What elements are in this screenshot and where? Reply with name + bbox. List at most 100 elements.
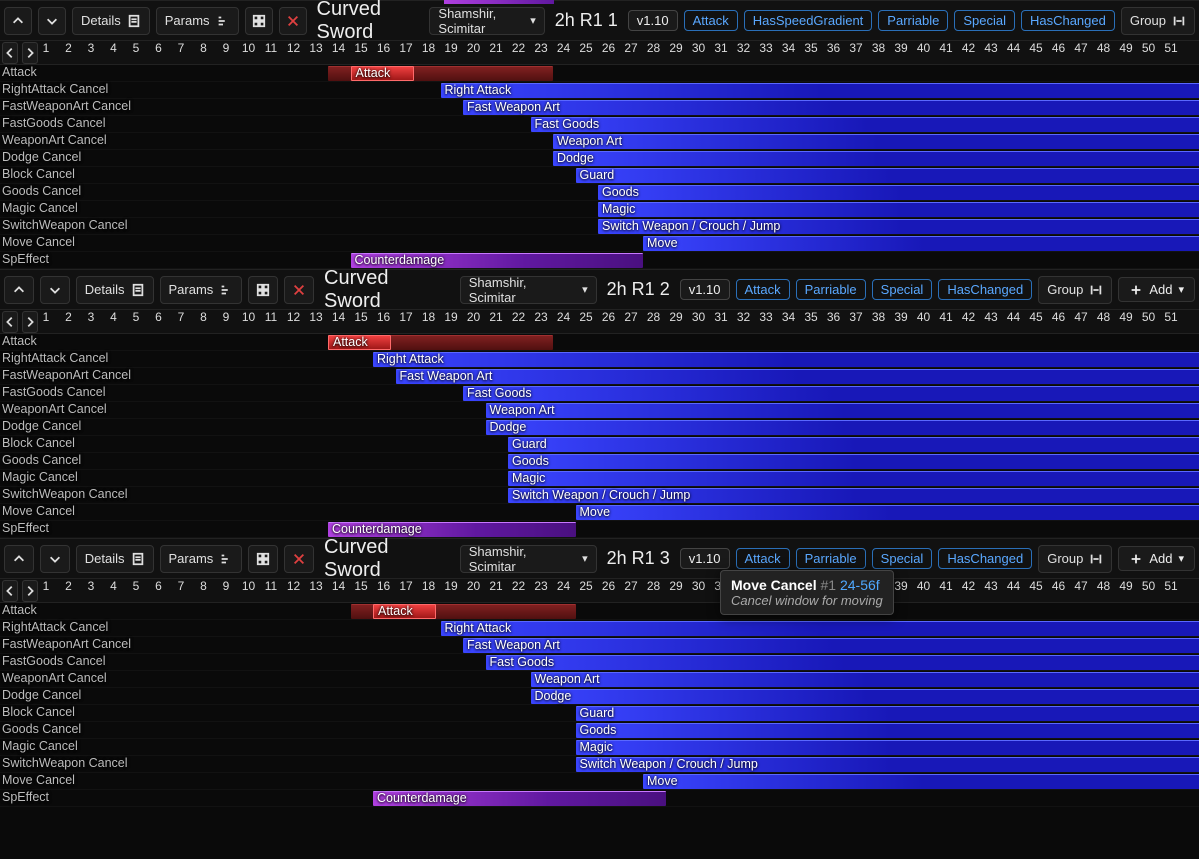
tag-attack[interactable]: Attack <box>684 10 738 31</box>
weapon-select[interactable]: Shamshir, Scimitar▾ <box>460 276 597 304</box>
weapon-art-bar[interactable]: Weapon Art <box>531 672 1199 687</box>
move-bar[interactable]: Move <box>643 774 1199 789</box>
guard-bar[interactable]: Guard <box>508 437 1199 452</box>
tag-haschanged[interactable]: HasChanged <box>938 548 1032 569</box>
close-button[interactable] <box>284 545 314 573</box>
goods-bar[interactable]: Goods <box>598 185 1199 200</box>
collapse-down-button[interactable] <box>38 7 66 35</box>
frame-ruler[interactable]: 1234567891011121314151617181920212223242… <box>40 41 1199 65</box>
close-button[interactable] <box>284 276 314 304</box>
attack-bar[interactable]: Attack <box>351 66 414 81</box>
fast-weapon-art-bar[interactable]: Fast Weapon Art <box>463 100 1199 115</box>
params-button[interactable]: Params <box>160 276 243 304</box>
dodge-bar[interactable]: Dodge <box>486 420 1199 435</box>
right-attack-bar[interactable]: Right Attack <box>441 621 1199 636</box>
tag-parriable[interactable]: Parriable <box>796 279 866 300</box>
track-row: WeaponArt CancelWeapon Art <box>0 402 1199 419</box>
right-attack-bar[interactable]: Right Attack <box>441 83 1199 98</box>
bar-label: Magic <box>580 740 613 754</box>
magic-bar[interactable]: Magic <box>576 740 1199 755</box>
ruler-tick: 30 <box>688 579 710 593</box>
add-button[interactable]: Add▾ <box>1118 546 1195 571</box>
collapse-down-button[interactable] <box>40 545 70 573</box>
collapse-up-button[interactable] <box>4 545 34 573</box>
ruler-tick: 38 <box>868 310 890 324</box>
tag-v1.10[interactable]: v1.10 <box>680 279 730 300</box>
tag-parriable[interactable]: Parriable <box>878 10 948 31</box>
row-label: Magic Cancel <box>0 739 78 753</box>
tag-special[interactable]: Special <box>872 548 933 569</box>
scroll-left-button[interactable] <box>2 42 18 64</box>
frame-ruler[interactable]: 1234567891011121314151617181920212223242… <box>40 579 1199 603</box>
track-row: SwitchWeapon CancelSwitch Weapon / Crouc… <box>0 756 1199 773</box>
dodge-bar[interactable]: Dodge <box>531 689 1199 704</box>
tag-v1.10[interactable]: v1.10 <box>628 10 678 31</box>
guard-bar[interactable]: Guard <box>576 706 1199 721</box>
ruler-tick: 1 <box>35 41 57 55</box>
track-row: FastGoods CancelFast Goods <box>0 385 1199 402</box>
guard-bar[interactable]: Guard <box>576 168 1199 183</box>
details-button[interactable]: Details <box>76 545 154 573</box>
move-bar[interactable]: Move <box>576 505 1199 520</box>
weapon-art-bar[interactable]: Weapon Art <box>486 403 1199 418</box>
panel: Details Params Curved Sword Shamshir, Sc… <box>0 0 1199 269</box>
grid-button[interactable] <box>248 545 278 573</box>
counterdamage-bar[interactable]: Counterdamage <box>328 522 576 537</box>
tag-attack[interactable]: Attack <box>736 279 790 300</box>
switch-weapon-crouch-jump-bar[interactable]: Switch Weapon / Crouch / Jump <box>598 219 1199 234</box>
params-button[interactable]: Params <box>156 7 239 35</box>
frame-ruler[interactable]: 1234567891011121314151617181920212223242… <box>40 310 1199 334</box>
attack-bar[interactable]: Attack <box>373 604 436 619</box>
params-button[interactable]: Params <box>160 545 243 573</box>
fast-goods-bar[interactable]: Fast Goods <box>531 117 1199 132</box>
track-row: Goods CancelGoods <box>0 722 1199 739</box>
bar-label: Dodge <box>557 151 594 165</box>
counterdamage-bar[interactable] <box>444 0 554 4</box>
counterdamage-bar[interactable]: Counterdamage <box>373 791 666 806</box>
attack-bar[interactable]: Attack <box>328 335 391 350</box>
ruler-tick: 16 <box>373 41 395 55</box>
fast-weapon-art-bar[interactable]: Fast Weapon Art <box>396 369 1199 384</box>
weapon-art-bar[interactable]: Weapon Art <box>553 134 1199 149</box>
counterdamage-bar[interactable]: Counterdamage <box>351 253 644 268</box>
tag-special[interactable]: Special <box>954 10 1015 31</box>
goods-bar[interactable]: Goods <box>508 454 1199 469</box>
scroll-left-button[interactable] <box>2 580 18 602</box>
grid-button[interactable] <box>248 276 278 304</box>
ruler-tick: 7 <box>170 41 192 55</box>
magic-bar[interactable]: Magic <box>598 202 1199 217</box>
tag-haschanged[interactable]: HasChanged <box>1021 10 1115 31</box>
details-button[interactable]: Details <box>76 276 154 304</box>
group-button[interactable]: Group <box>1038 545 1112 573</box>
collapse-up-button[interactable] <box>4 7 32 35</box>
ruler-tick: 35 <box>800 41 822 55</box>
details-button[interactable]: Details <box>72 7 150 35</box>
row-label: Attack <box>0 334 37 348</box>
grid-button[interactable] <box>245 7 273 35</box>
group-button[interactable]: Group <box>1038 276 1112 304</box>
add-button[interactable]: Add▾ <box>1118 277 1195 302</box>
switch-weapon-crouch-jump-bar[interactable]: Switch Weapon / Crouch / Jump <box>576 757 1199 772</box>
magic-bar[interactable]: Magic <box>508 471 1199 486</box>
tag-v1.10[interactable]: v1.10 <box>680 548 730 569</box>
weapon-select[interactable]: Shamshir, Scimitar▾ <box>460 545 597 573</box>
group-button[interactable]: Group <box>1121 7 1195 35</box>
weapon-select[interactable]: Shamshir, Scimitar▾ <box>429 7 544 35</box>
fast-weapon-art-bar[interactable]: Fast Weapon Art <box>463 638 1199 653</box>
fast-goods-bar[interactable]: Fast Goods <box>463 386 1199 401</box>
close-button[interactable] <box>279 7 307 35</box>
tag-attack[interactable]: Attack <box>736 548 790 569</box>
move-bar[interactable]: Move <box>643 236 1199 251</box>
tag-haschanged[interactable]: HasChanged <box>938 279 1032 300</box>
tag-hasspeedgradient[interactable]: HasSpeedGradient <box>744 10 873 31</box>
tag-parriable[interactable]: Parriable <box>796 548 866 569</box>
right-attack-bar[interactable]: Right Attack <box>373 352 1199 367</box>
switch-weapon-crouch-jump-bar[interactable]: Switch Weapon / Crouch / Jump <box>508 488 1199 503</box>
fast-goods-bar[interactable]: Fast Goods <box>486 655 1199 670</box>
collapse-down-button[interactable] <box>40 276 70 304</box>
collapse-up-button[interactable] <box>4 276 34 304</box>
scroll-left-button[interactable] <box>2 311 18 333</box>
dodge-bar[interactable]: Dodge <box>553 151 1199 166</box>
tag-special[interactable]: Special <box>872 279 933 300</box>
goods-bar[interactable]: Goods <box>576 723 1199 738</box>
